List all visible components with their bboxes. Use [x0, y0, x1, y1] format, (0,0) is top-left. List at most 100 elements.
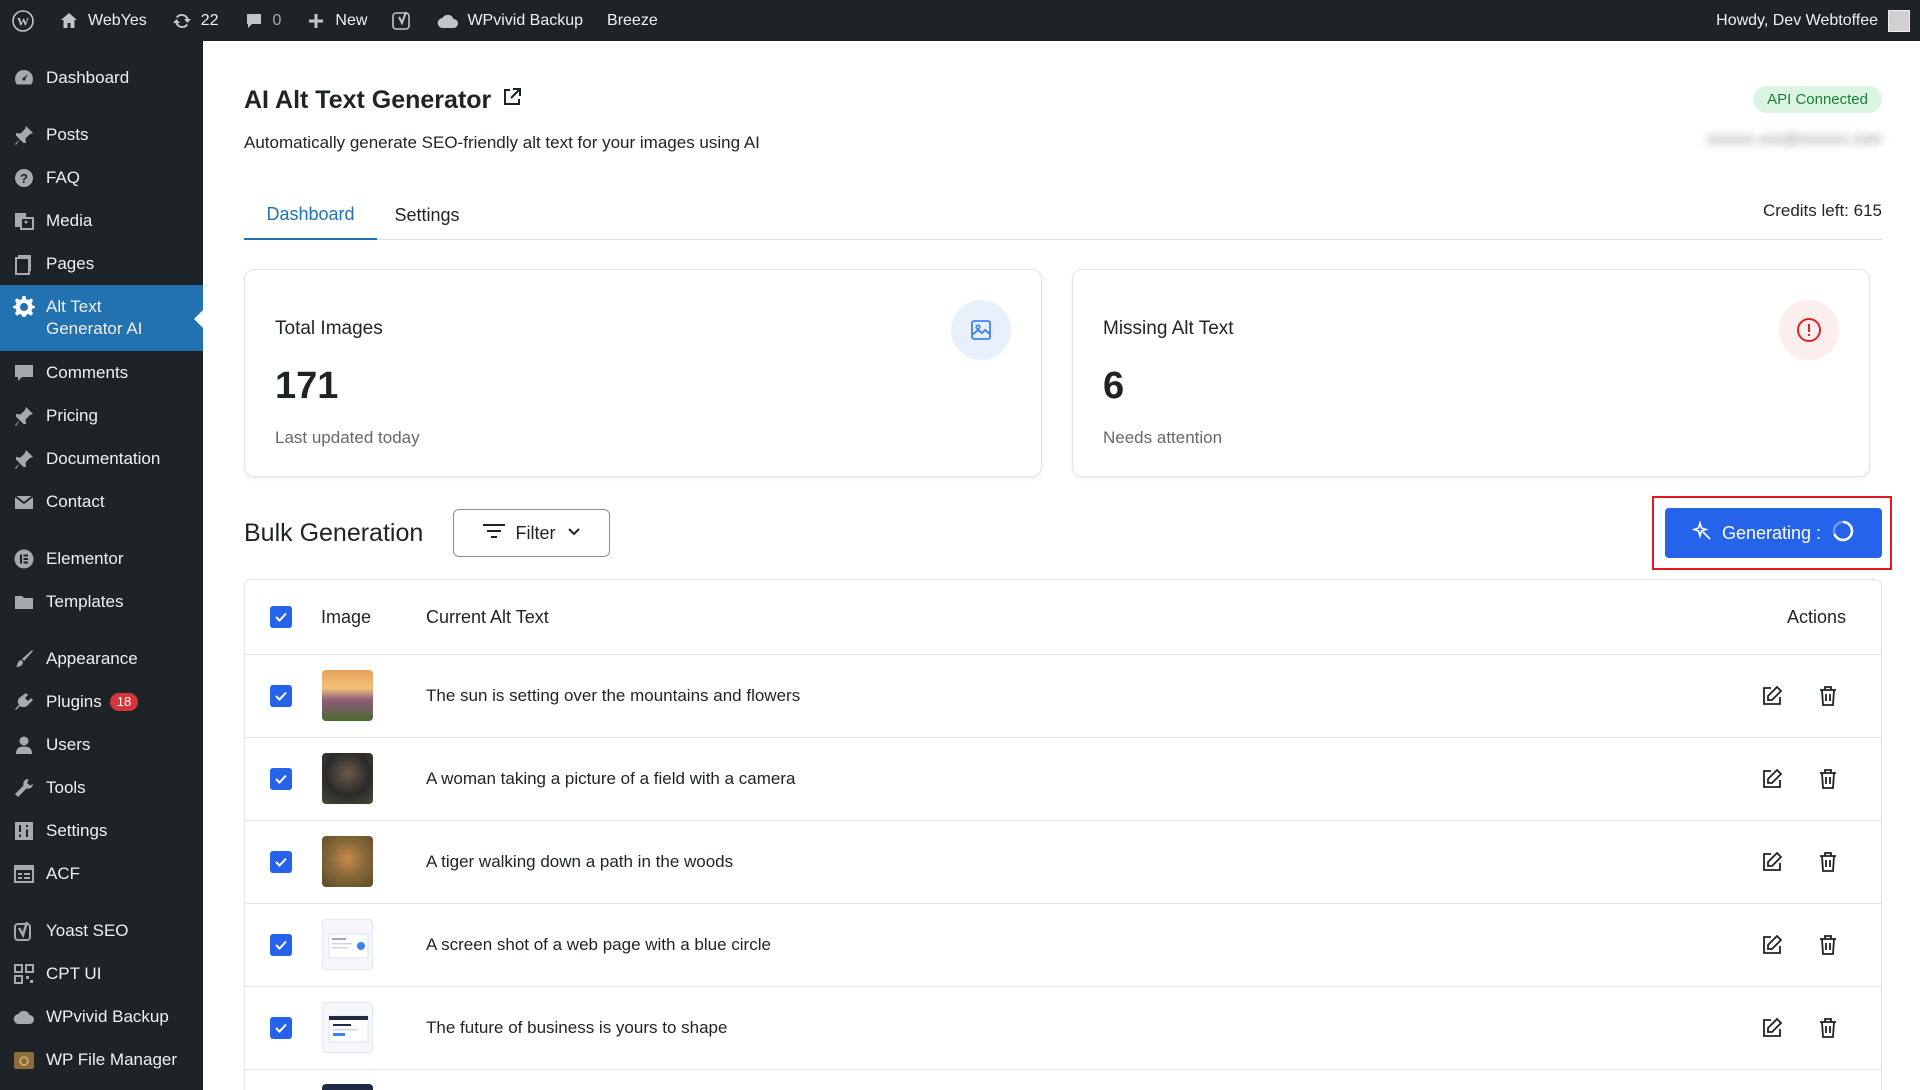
sidebar-item-label: Yoast SEO	[46, 920, 129, 940]
sidebar-item-label: Dashboard	[46, 67, 130, 87]
alt-text-value: A screen shot of a web page with a blue …	[426, 935, 771, 954]
image-thumbnail	[322, 670, 373, 721]
column-header-alt-text: Current Alt Text	[426, 607, 549, 627]
updates-icon	[171, 10, 193, 32]
api-status-badge: API Connected	[1753, 86, 1882, 113]
svg-text:W: W	[17, 14, 29, 28]
table-row: A woman taking a picture of a field with…	[245, 738, 1881, 821]
total-images-card: Total Images 171 Last updated today	[244, 269, 1042, 477]
tab-dashboard[interactable]: Dashboard	[244, 191, 377, 240]
bulk-generation-title: Bulk Generation	[244, 519, 424, 547]
breeze-menu[interactable]: Breeze	[595, 0, 670, 41]
my-account-menu[interactable]: Howdy, Dev Webtoffee	[1716, 9, 1920, 32]
howdy-text: Howdy, Dev Webtoffee	[1716, 11, 1878, 29]
question-icon: ?	[12, 166, 36, 190]
sidebar-item-yoast-seo[interactable]: Yoast SEO	[0, 909, 203, 952]
updates-menu[interactable]: 22	[159, 0, 231, 41]
edit-icon[interactable]	[1760, 933, 1784, 957]
avatar	[1888, 9, 1910, 32]
row-checkbox[interactable]	[270, 685, 292, 707]
sparkle-icon	[1691, 519, 1712, 546]
alt-text-value: A woman taking a picture of a field with…	[426, 769, 796, 788]
sidebar-item-tools[interactable]: Tools	[0, 766, 203, 809]
edit-icon[interactable]	[1760, 850, 1784, 874]
sidebar-item-plugins[interactable]: Plugins 18	[0, 680, 203, 723]
filter-icon	[482, 521, 506, 546]
comments-menu[interactable]: 0	[231, 0, 294, 41]
sidebar-item-appearance[interactable]: Appearance	[0, 637, 203, 680]
select-all-checkbox[interactable]	[270, 606, 292, 628]
sidebar-item-faq[interactable]: ? FAQ	[0, 156, 203, 199]
sidebar-item-posts[interactable]: Posts	[0, 113, 203, 156]
trash-icon[interactable]	[1816, 1016, 1840, 1040]
sidebar-item-media[interactable]: Media	[0, 199, 203, 242]
image-icon	[951, 300, 1011, 360]
sidebar-item-label: ACF	[46, 863, 80, 883]
sidebar-item-label-line2: Generator AI	[46, 319, 143, 338]
trash-icon[interactable]	[1816, 933, 1840, 957]
sidebar-item-alt-text-generator[interactable]: Alt Text Generator AI	[0, 285, 203, 351]
wp-logo-menu[interactable]: W	[0, 0, 46, 41]
mail-icon	[12, 490, 36, 514]
card-value: 171	[275, 365, 339, 407]
edit-icon[interactable]	[1760, 1016, 1784, 1040]
user-icon	[12, 733, 36, 757]
tab-settings[interactable]: Settings	[377, 191, 477, 240]
images-table: Image Current Alt Text Actions The sun i…	[244, 579, 1882, 1090]
trash-icon[interactable]	[1816, 767, 1840, 791]
trash-icon[interactable]	[1816, 684, 1840, 708]
sidebar-item-pricing[interactable]: Pricing	[0, 394, 203, 437]
row-checkbox[interactable]	[270, 934, 292, 956]
sidebar-item-users[interactable]: Users	[0, 723, 203, 766]
comment-icon	[12, 361, 36, 385]
cloud-icon	[12, 1005, 36, 1029]
edit-icon[interactable]	[1760, 684, 1784, 708]
sidebar-item-label: Contact	[46, 491, 105, 511]
generate-button[interactable]: Generating :	[1665, 508, 1882, 558]
brush-icon	[12, 647, 36, 671]
sidebar-item-label: Settings	[46, 820, 108, 840]
external-link-icon[interactable]	[501, 86, 523, 115]
gear-icon	[12, 294, 36, 318]
page-title-text: AI Alt Text Generator	[244, 86, 492, 114]
sidebar-item-contact[interactable]: Contact	[0, 480, 203, 523]
table-header-row: Image Current Alt Text Actions	[245, 580, 1881, 655]
sidebar-item-documentation[interactable]: Documentation	[0, 437, 203, 480]
wpvivid-label: WPvivid Backup	[467, 11, 584, 29]
sidebar-item-wpvivid-backup[interactable]: WPvivid Backup	[0, 995, 203, 1038]
comment-bubble-icon	[243, 10, 265, 32]
wpvivid-menu[interactable]: WPvivid Backup	[425, 0, 595, 41]
new-content-menu[interactable]: New	[293, 0, 379, 41]
filter-button[interactable]: Filter	[453, 509, 610, 557]
elementor-icon	[12, 547, 36, 571]
missing-alt-text-card: Missing Alt Text 6 Needs attention	[1072, 269, 1870, 477]
sidebar-item-cpt-ui[interactable]: CPT UI	[0, 952, 203, 995]
image-thumbnail	[322, 919, 373, 970]
image-thumbnail	[322, 836, 373, 887]
row-checkbox[interactable]	[270, 1017, 292, 1039]
trash-icon[interactable]	[1816, 850, 1840, 874]
sidebar-item-pages[interactable]: Pages	[0, 242, 203, 285]
sidebar-item-elementor[interactable]: Elementor	[0, 537, 203, 580]
home-icon	[58, 10, 80, 32]
sidebar-item-label: Tools	[46, 777, 86, 797]
edit-icon[interactable]	[1760, 767, 1784, 791]
alert-icon	[1779, 300, 1839, 360]
sidebar-item-comments[interactable]: Comments	[0, 351, 203, 394]
sidebar-item-settings[interactable]: Settings	[0, 809, 203, 852]
sidebar-item-label: Posts	[46, 124, 89, 144]
table-row: The sun is setting over the mountains an…	[245, 655, 1881, 738]
yoast-icon	[391, 10, 413, 32]
comments-count: 0	[272, 11, 282, 29]
sidebar-item-templates[interactable]: Templates	[0, 580, 203, 623]
sidebar-item-wp-file-manager[interactable]: WP File Manager	[0, 1038, 203, 1081]
media-icon	[12, 209, 36, 233]
alt-text-value: The sun is setting over the mountains an…	[426, 686, 801, 705]
yoast-menu[interactable]	[379, 0, 425, 41]
sidebar-item-acf[interactable]: ACF	[0, 852, 203, 895]
wordpress-logo-icon: W	[12, 9, 34, 32]
row-checkbox[interactable]	[270, 768, 292, 790]
sidebar-item-dashboard[interactable]: Dashboard	[0, 56, 203, 99]
row-checkbox[interactable]	[270, 851, 292, 873]
site-name-menu[interactable]: WebYes	[46, 0, 159, 41]
